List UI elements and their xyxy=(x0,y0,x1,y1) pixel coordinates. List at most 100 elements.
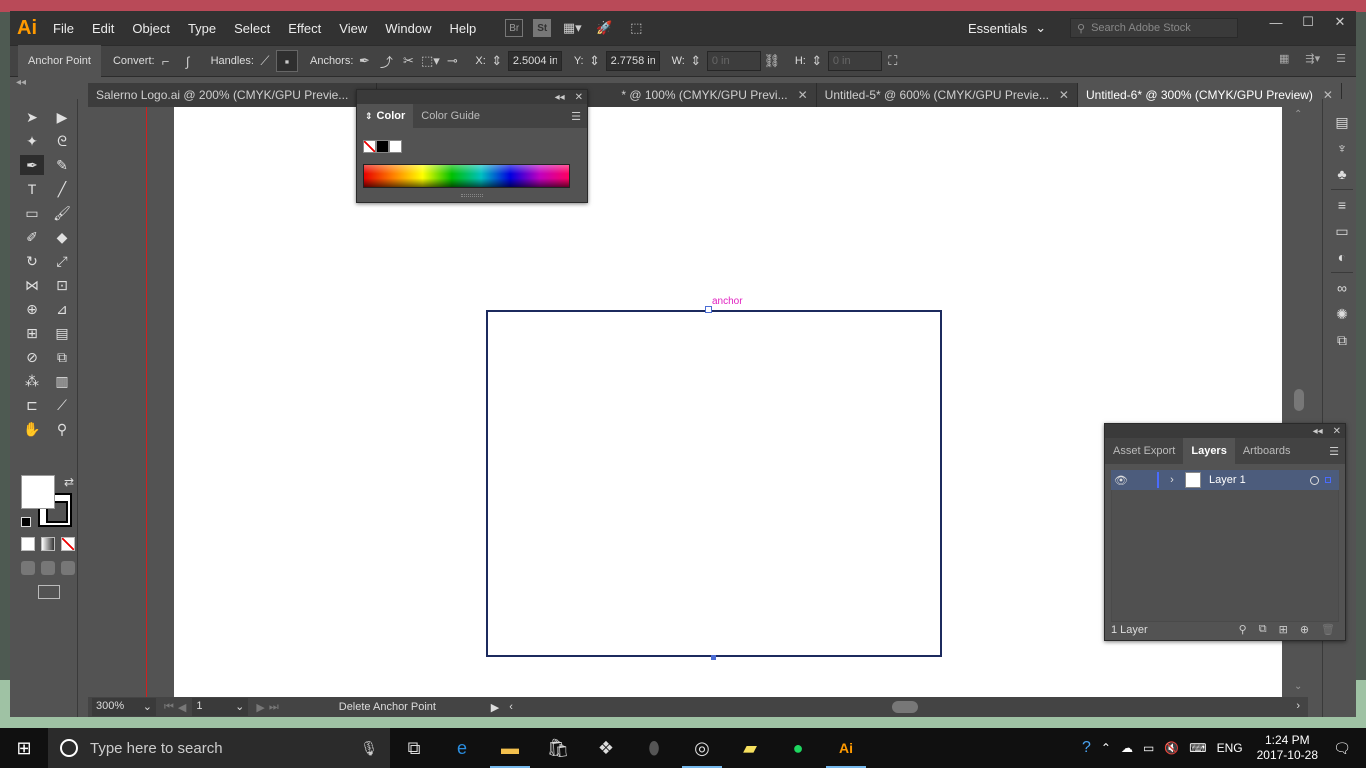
rectangle-tool-icon[interactable]: ▭ xyxy=(20,203,44,223)
panel-menu-icon[interactable]: ☰ xyxy=(571,110,581,123)
artboard-navigation-dropdown[interactable]: 1 ⌄ xyxy=(192,698,249,716)
transparency-icon[interactable]: ◐ xyxy=(1331,246,1353,268)
publish-icon[interactable]: ⬚ xyxy=(625,17,647,39)
stock-search-input[interactable]: ⚲ Search Adobe Stock xyxy=(1070,18,1238,38)
target-circle-icon[interactable] xyxy=(1310,475,1319,485)
type-tool-icon[interactable]: T xyxy=(20,179,44,199)
color-spectrum[interactable] xyxy=(363,164,570,188)
remove-anchor-icon[interactable]: ✒ xyxy=(353,50,375,72)
workspace-switcher[interactable]: Essentials ⌄ xyxy=(968,11,1046,45)
none-mode-icon[interactable] xyxy=(61,537,75,551)
line-tool-icon[interactable]: ╱ xyxy=(50,179,74,199)
tab-layers[interactable]: Layers xyxy=(1183,438,1235,464)
mesh-tool-icon[interactable]: ⊞ xyxy=(20,323,44,343)
isolate-object-icon[interactable]: ⬚▾ xyxy=(419,50,441,72)
align-anchor-icon[interactable]: ⊸ xyxy=(441,50,463,72)
free-transform-tool-icon[interactable]: ⊡ xyxy=(50,275,74,295)
stock-icon[interactable]: St xyxy=(533,19,552,37)
clock[interactable]: 1:24 PM 2017-10-28 xyxy=(1257,733,1318,763)
y-stepper-icon[interactable]: ⇕ xyxy=(584,50,606,72)
scroll-down-icon[interactable]: ⌄ xyxy=(1294,681,1302,692)
menu-window[interactable]: Window xyxy=(376,21,440,36)
gpu-performance-icon[interactable]: 🚀 xyxy=(593,17,615,39)
draw-behind-icon[interactable] xyxy=(41,561,55,575)
anchor-point[interactable] xyxy=(705,306,712,313)
slice-tool-icon[interactable]: ⟋ xyxy=(50,395,74,415)
perspective-grid-tool-icon[interactable]: ⊿ xyxy=(50,299,74,319)
artboard-tool-icon[interactable]: ⊏ xyxy=(20,395,44,415)
microphone-icon[interactable]: 🎙 xyxy=(360,740,378,757)
menu-view[interactable]: View xyxy=(330,21,376,36)
gradient-tool-icon[interactable]: ▤ xyxy=(50,323,74,343)
menu-select[interactable]: Select xyxy=(225,21,279,36)
windows-start-icon[interactable]: ⊞ xyxy=(0,728,48,768)
none-swatch[interactable] xyxy=(363,140,376,153)
keyboard-icon[interactable]: ⌨ xyxy=(1189,741,1206,755)
close-icon[interactable]: ✕ xyxy=(1059,88,1069,102)
action-center-icon[interactable]: 🗨 xyxy=(1328,740,1356,757)
hide-handles-icon[interactable]: ▪ xyxy=(275,50,298,72)
fill-color-swatch[interactable] xyxy=(21,475,55,509)
scale-tool-icon[interactable]: ⤢ xyxy=(50,251,74,271)
taskbar-search-input[interactable]: Type here to search 🎙 xyxy=(48,728,390,768)
eyedropper-tool-icon[interactable]: ⊘ xyxy=(20,347,44,367)
close-button[interactable]: ✕ xyxy=(1324,11,1356,33)
language-indicator[interactable]: ENG xyxy=(1217,741,1243,755)
magic-wand-tool-icon[interactable]: ✦ xyxy=(20,131,44,151)
previous-artboard-icon[interactable]: ◀ xyxy=(178,701,186,714)
collapse-panel-icon[interactable]: ◂◂ xyxy=(1313,426,1323,437)
screen-mode-icon[interactable] xyxy=(38,585,60,599)
tab-color-guide[interactable]: Color Guide xyxy=(413,104,488,128)
status-text[interactable]: Delete Anchor Point xyxy=(339,701,491,713)
symbol-sprayer-tool-icon[interactable]: ⁂ xyxy=(20,371,44,391)
puppet-warp-icon[interactable]: ♆ xyxy=(1331,137,1353,159)
scroll-right-icon[interactable]: › xyxy=(1296,700,1300,712)
zoom-tool-icon[interactable]: ⚲ xyxy=(50,419,74,439)
tab-artboards[interactable]: Artboards xyxy=(1235,438,1299,464)
vertical-scroll-thumb[interactable] xyxy=(1294,389,1304,411)
task-view-icon[interactable]: ⧉ xyxy=(390,728,438,768)
connect-anchors-icon[interactable]: ⤴ xyxy=(375,50,397,72)
rotate-tool-icon[interactable]: ↻ xyxy=(20,251,44,271)
shape-builder-tool-icon[interactable]: ⊕ xyxy=(20,299,44,319)
mouse-app-icon[interactable]: ⬮ xyxy=(630,728,678,768)
spotify-icon[interactable]: ● xyxy=(774,728,822,768)
tab-asset-export[interactable]: Asset Export xyxy=(1105,438,1183,464)
resize-grip[interactable] xyxy=(461,194,483,197)
next-artboard-icon[interactable]: ▶ xyxy=(256,701,264,714)
canvas-area[interactable]: anchor xyxy=(88,107,1282,697)
width-tool-icon[interactable]: ⋈ xyxy=(20,275,44,295)
lasso-tool-icon[interactable]: ᘓ xyxy=(50,131,74,151)
tab-document-3[interactable]: Untitled-5* @ 600% (CMYK/GPU Previe... ✕ xyxy=(817,83,1078,107)
selection-indicator[interactable] xyxy=(1325,477,1331,483)
x-field[interactable] xyxy=(507,51,562,71)
black-swatch[interactable] xyxy=(376,140,389,153)
layer-name[interactable]: Layer 1 xyxy=(1209,474,1310,486)
scroll-left-icon[interactable]: ‹ xyxy=(509,701,513,713)
horizontal-scroll-thumb[interactable] xyxy=(892,701,918,713)
anchor-point-bottom[interactable] xyxy=(711,655,716,660)
layer-row[interactable]: 👁 › Layer 1 xyxy=(1111,470,1339,490)
arrange-documents-icon[interactable]: ▦▾ xyxy=(561,17,583,39)
sticky-notes-icon[interactable]: ▰ xyxy=(726,728,774,768)
eraser-tool-icon[interactable]: ◆ xyxy=(50,227,74,247)
delete-layer-icon[interactable]: 🗑 xyxy=(1321,623,1335,636)
menu-type[interactable]: Type xyxy=(179,21,225,36)
cut-path-icon[interactable]: ✂ xyxy=(397,50,419,72)
illustrator-taskbar-icon[interactable]: Ai xyxy=(822,728,870,768)
panel-menu-icon[interactable]: ☰ xyxy=(1336,52,1346,65)
gradient-mode-icon[interactable] xyxy=(41,537,55,551)
direct-selection-tool-icon[interactable]: ▶ xyxy=(50,107,74,127)
creative-cloud-libraries-icon[interactable]: ∞ xyxy=(1331,277,1353,299)
first-artboard-icon[interactable]: ⏮ xyxy=(164,701,174,714)
file-explorer-icon[interactable]: ▬ xyxy=(486,728,534,768)
default-fill-stroke-icon[interactable] xyxy=(21,517,31,527)
stroke-icon[interactable]: ≡ xyxy=(1331,194,1353,216)
draw-inside-icon[interactable] xyxy=(61,561,75,575)
rectangle-path[interactable] xyxy=(486,310,942,657)
symbols-icon[interactable]: ♣ xyxy=(1331,163,1353,185)
transform-icon[interactable]: ⛶ xyxy=(882,50,904,72)
menu-object[interactable]: Object xyxy=(123,21,179,36)
pen-tool-icon[interactable]: ✒ xyxy=(20,155,44,175)
collapse-panels-icon[interactable]: ◂◂ xyxy=(16,77,26,88)
